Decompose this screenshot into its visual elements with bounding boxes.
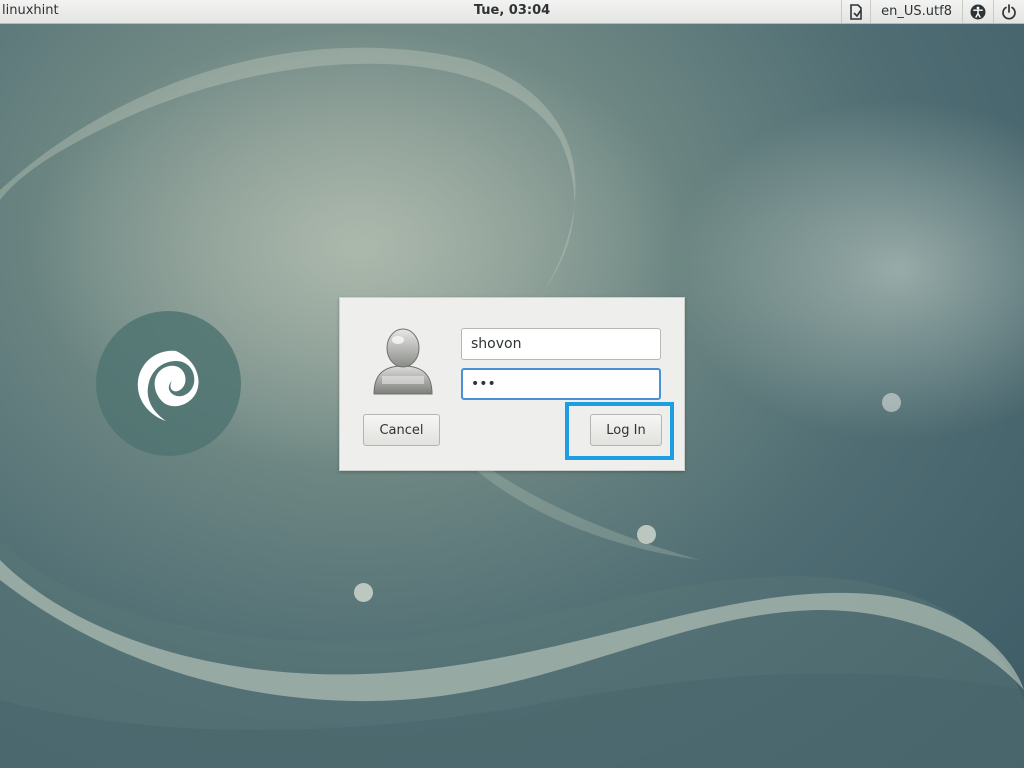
login-dialog: Cancel Log In xyxy=(339,297,685,471)
panel-indicators: en_US.utf8 xyxy=(841,0,1024,23)
login-button[interactable]: Log In xyxy=(590,414,662,446)
document-icon xyxy=(850,3,862,20)
cancel-button[interactable]: Cancel xyxy=(363,414,440,446)
decorative-dot xyxy=(637,525,656,544)
power-button[interactable] xyxy=(993,0,1024,23)
decorative-dot xyxy=(882,393,901,412)
user-avatar-icon xyxy=(373,328,433,395)
decorative-dot xyxy=(354,583,373,602)
debian-swirl-icon xyxy=(137,350,199,421)
top-panel: linuxhint Tue, 03:04 en_US.utf8 xyxy=(0,0,1024,24)
cancel-button-label: Cancel xyxy=(379,422,424,438)
clock-label[interactable]: Tue, 03:04 xyxy=(474,3,550,18)
debian-logo-badge xyxy=(96,311,241,456)
login-button-label: Log In xyxy=(606,422,646,438)
document-icon-button[interactable] xyxy=(841,0,870,23)
password-field[interactable] xyxy=(461,368,661,400)
keyboard-layout-label: en_US.utf8 xyxy=(881,4,952,19)
username-field[interactable] xyxy=(461,328,661,360)
keyboard-layout-button[interactable]: en_US.utf8 xyxy=(870,0,962,23)
accessibility-icon xyxy=(970,4,986,19)
power-icon xyxy=(1002,3,1016,20)
accessibility-button[interactable] xyxy=(962,0,993,23)
hostname-label: linuxhint xyxy=(2,3,59,18)
